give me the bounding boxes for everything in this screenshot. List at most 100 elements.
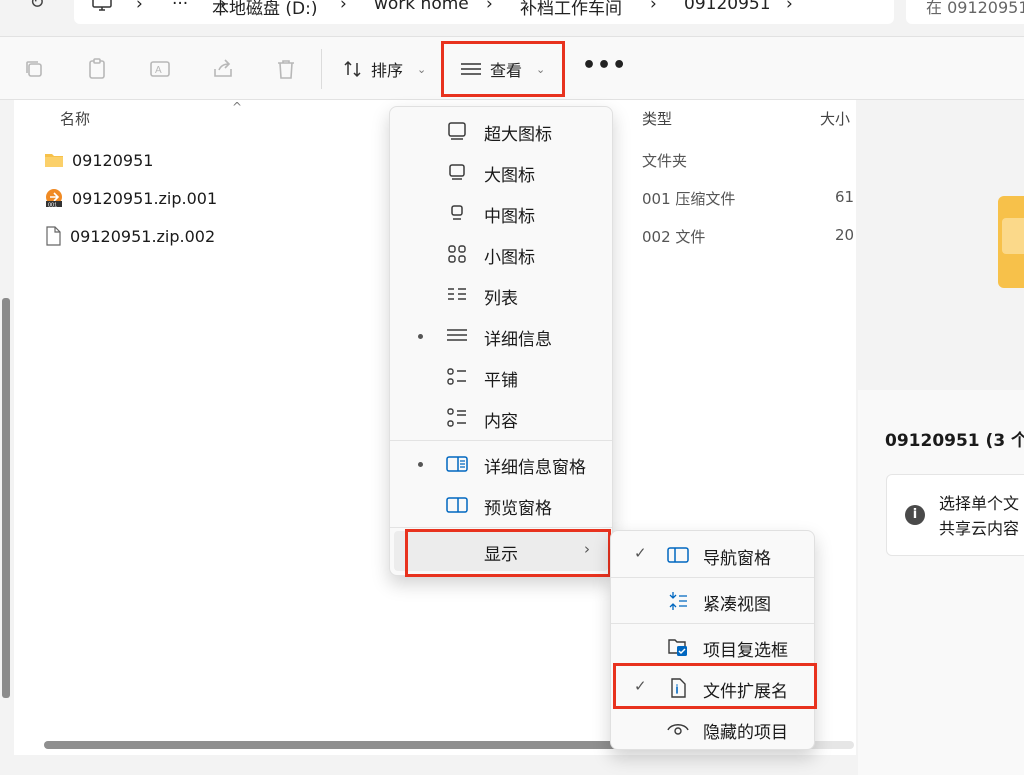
menu-item-label: 详细信息	[484, 330, 552, 350]
menu-item-large-icons[interactable]: 大图标	[394, 152, 608, 192]
sort-icon	[344, 60, 361, 78]
search-placeholder: 在 09120951	[926, 0, 1024, 17]
view-button[interactable]: 查看 ⌄	[460, 51, 545, 87]
breadcrumb-separator[interactable]: ›	[786, 0, 793, 14]
chevron-down-icon: ⌄	[417, 62, 427, 76]
show-submenu: ✓ 导航窗格 紧凑视图 项目复选框 ✓ 文件扩展名 隐藏的项目	[610, 530, 815, 750]
breadcrumb-work-home[interactable]: work home	[374, 0, 469, 14]
svg-text:A: A	[155, 65, 162, 76]
paste-icon[interactable]	[85, 57, 109, 81]
folder-icon	[45, 154, 63, 167]
column-header-name[interactable]: 名称	[60, 108, 90, 129]
menu-item-preview-pane[interactable]: 预览窗格	[394, 485, 608, 525]
share-icon[interactable]	[211, 57, 235, 81]
file-size: 20	[835, 226, 855, 244]
breadcrumb-separator[interactable]: ›	[340, 0, 347, 14]
menu-item-label: 大图标	[484, 166, 535, 186]
delete-icon[interactable]	[274, 57, 298, 81]
breadcrumb-separator[interactable]: ›	[136, 0, 143, 14]
left-scroll-strip	[0, 100, 14, 775]
breadcrumb-drive[interactable]: 本地磁盘 (D:)	[212, 0, 318, 19]
menu-item-details-pane[interactable]: 详细信息窗格	[394, 444, 608, 484]
menu-item-label: 列表	[484, 289, 518, 309]
refresh-icon[interactable]: ↻	[22, 0, 52, 22]
menu-item-extra-large-icons[interactable]: 超大图标	[394, 111, 608, 151]
menu-item-content[interactable]: 内容	[394, 398, 608, 438]
menu-item-label: 中图标	[484, 207, 535, 227]
table-row[interactable]: 09120951.zip.002	[44, 221, 215, 251]
file-name: 09120951	[72, 150, 154, 170]
sort-label: 排序	[371, 61, 404, 80]
menu-divider	[390, 527, 612, 528]
menu-item-show[interactable]: 显示 ›	[394, 531, 608, 571]
copy-icon[interactable]	[22, 57, 46, 81]
menu-item-small-icons[interactable]: 小图标	[394, 234, 608, 274]
content-icon	[447, 408, 466, 427]
table-row[interactable]: 001 09120951.zip.001	[44, 183, 217, 213]
menu-divider	[611, 623, 814, 624]
breadcrumb-separator[interactable]: ›	[650, 0, 657, 14]
menu-item-label: 预览窗格	[484, 499, 552, 519]
preview-area	[858, 100, 1024, 390]
menu-item-label: 显示	[484, 545, 518, 565]
check-icon: ✓	[634, 677, 647, 695]
menu-item-label: 小图标	[484, 248, 535, 268]
breadcrumb-overflow[interactable]: ···	[172, 0, 188, 14]
file-type: 002 文件	[642, 228, 706, 246]
rename-icon[interactable]: A	[148, 57, 172, 81]
menu-divider	[611, 577, 814, 578]
submenu-item-hidden-items[interactable]: 隐藏的项目	[615, 709, 810, 749]
info-box: i 选择单个文 共享云内容	[886, 474, 1024, 556]
column-header-type[interactable]: 类型	[642, 108, 672, 129]
submenu-item-label: 文件扩展名	[703, 682, 788, 702]
breadcrumb-workshop[interactable]: 补档工作车间	[520, 0, 622, 19]
submenu-item-label: 导航窗格	[703, 549, 771, 569]
submenu-item-navigation-pane[interactable]: ✓ 导航窗格	[615, 535, 810, 575]
details-pane-icon	[446, 456, 468, 472]
tiles-icon	[447, 368, 466, 385]
more-options-icon[interactable]: •••	[582, 53, 627, 78]
command-bar: A 排序 ⌄ 查看 ⌄ •••	[0, 36, 1024, 100]
table-row[interactable]: 09120951	[44, 145, 153, 175]
menu-item-list[interactable]: 列表	[394, 275, 608, 315]
medium-icons-icon	[451, 205, 463, 220]
breadcrumb-current-folder[interactable]: 09120951	[684, 0, 771, 14]
menu-item-tiles[interactable]: 平铺	[394, 357, 608, 397]
chevron-down-icon: ⌄	[536, 62, 546, 76]
details-icon	[447, 329, 467, 341]
menu-item-medium-icons[interactable]: 中图标	[394, 193, 608, 233]
menu-item-label: 内容	[484, 412, 518, 432]
sort-ascending-icon: ^	[232, 100, 243, 114]
view-menu: 超大图标 大图标 中图标 小图标 列表 详细信息 平铺 内容 详细信息窗格 预览…	[389, 106, 613, 576]
navigation-pane-icon	[667, 547, 689, 563]
details-pane: 09120951 (3 个 i 选择单个文 共享云内容	[858, 100, 1024, 775]
archive-001-icon: 001	[46, 189, 62, 208]
chevron-right-icon: ›	[584, 540, 590, 558]
vertical-scrollbar[interactable]	[2, 298, 10, 698]
view-details-icon	[461, 63, 481, 75]
submenu-item-label: 紧凑视图	[703, 595, 771, 615]
compact-view-icon	[669, 592, 687, 610]
menu-item-label: 超大图标	[484, 125, 552, 145]
sort-button[interactable]: 排序 ⌄	[343, 51, 426, 87]
item-checkboxes-icon	[668, 639, 687, 656]
search-input[interactable]: 在 09120951	[906, 0, 1024, 24]
file-icon	[46, 226, 61, 246]
breadcrumb-separator[interactable]: ›	[486, 0, 493, 14]
address-row: ↻ › ··· › 本地磁盘 (D:) › work home › 补档工作车间…	[0, 0, 1024, 36]
menu-divider	[390, 440, 612, 441]
check-icon: ✓	[634, 544, 647, 562]
file-name: 09120951.zip.002	[70, 226, 216, 246]
menu-item-label: 平铺	[484, 371, 518, 391]
submenu-item-compact-view[interactable]: 紧凑视图	[615, 581, 810, 621]
address-bar[interactable]: › ··· › 本地磁盘 (D:) › work home › 补档工作车间 ›…	[74, 0, 894, 24]
this-pc-icon[interactable]	[92, 0, 112, 12]
view-label: 查看	[490, 61, 523, 80]
menu-item-details[interactable]: 详细信息	[394, 316, 608, 356]
selected-dot-icon	[418, 334, 423, 339]
submenu-item-item-checkboxes[interactable]: 项目复选框	[615, 627, 810, 667]
column-header-size[interactable]: 大小	[820, 108, 850, 129]
toolbar-divider	[321, 49, 322, 89]
small-icons-icon	[448, 245, 466, 263]
submenu-item-file-extensions[interactable]: ✓ 文件扩展名	[615, 668, 810, 708]
